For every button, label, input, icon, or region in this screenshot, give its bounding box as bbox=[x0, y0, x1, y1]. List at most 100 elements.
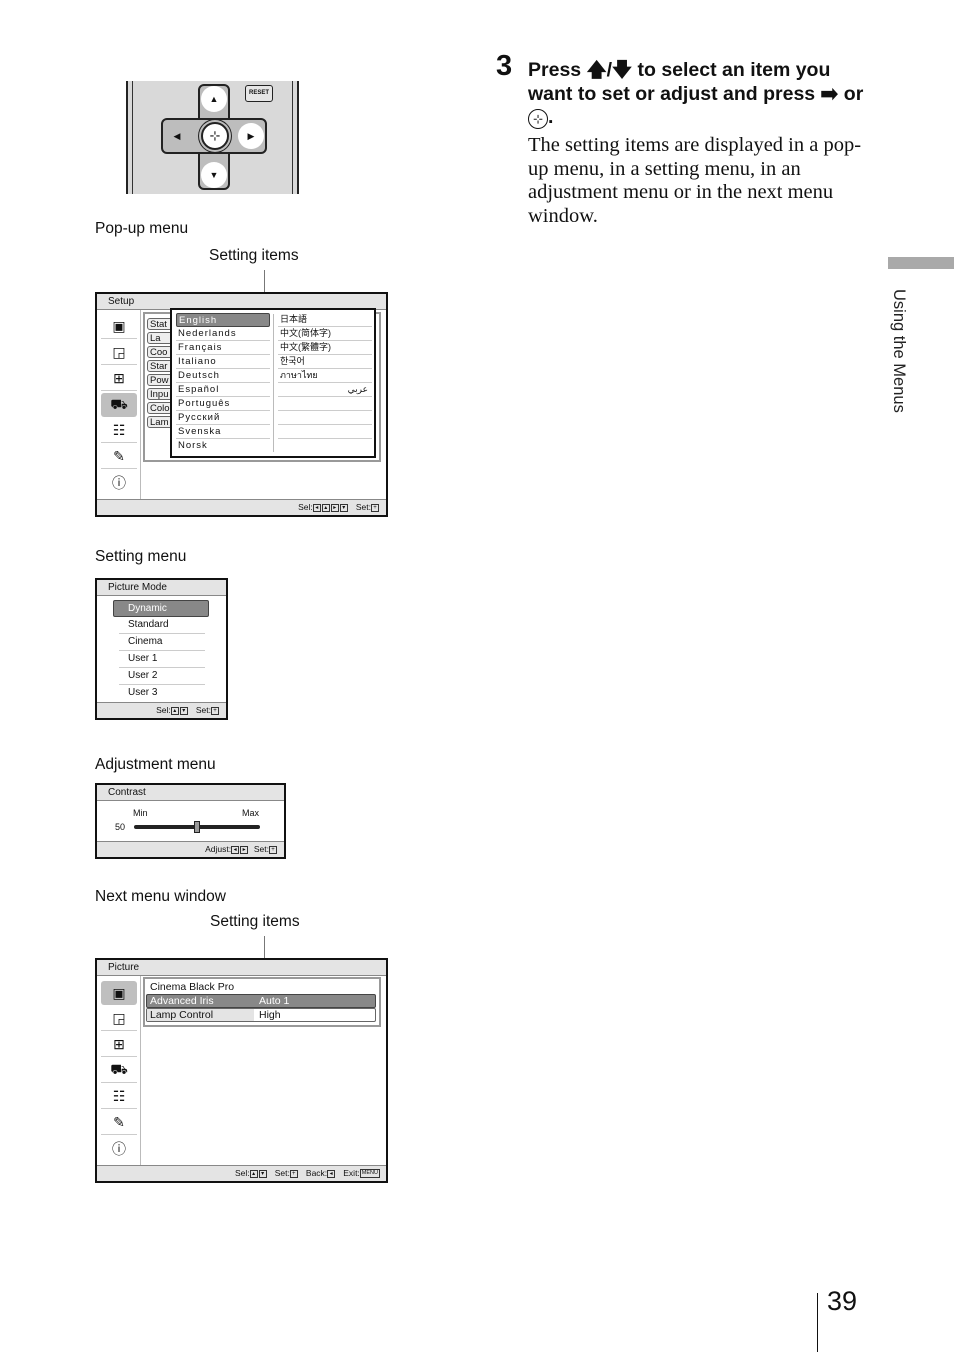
next-menu-title: Picture bbox=[97, 960, 386, 976]
language-option[interactable]: 日本語 bbox=[278, 313, 372, 327]
picture-icon[interactable]: ▣ bbox=[101, 315, 137, 339]
set-label: Set: bbox=[195, 705, 211, 715]
empty-slot bbox=[278, 425, 372, 439]
page-number: 39 bbox=[827, 1286, 858, 1316]
heading-text: or bbox=[838, 82, 864, 105]
down-arrow-button: ▼ bbox=[201, 162, 227, 188]
setting-menu-footer: Sel: ▴ ▾ Set: + bbox=[97, 702, 226, 718]
section-tab-label: Using the Menus bbox=[890, 289, 908, 413]
setup-icon[interactable]: ⛟ bbox=[101, 393, 137, 417]
exit-label: Exit: bbox=[343, 1168, 360, 1178]
set-label: Set: bbox=[274, 1168, 290, 1178]
setting-menu-title: Picture Mode bbox=[97, 580, 226, 596]
picture-icon[interactable]: ▣ bbox=[101, 981, 137, 1005]
slider-track[interactable] bbox=[134, 821, 260, 833]
caption-popup-menu: Pop-up menu bbox=[95, 220, 189, 237]
screen-icon[interactable]: ⊞ bbox=[101, 1033, 137, 1057]
enter-key-icon: + bbox=[289, 1169, 298, 1178]
up-arrow-button: ▲ bbox=[201, 86, 227, 112]
caption-setting-items: Setting items bbox=[210, 913, 300, 930]
category-icon-column: ▣ ◲ ⊞ ⛟ ☷ ✎ ⓘ bbox=[97, 310, 141, 499]
category-icon-column: ▣ ◲ ⊞ ⛟ ☷ ✎ ⓘ bbox=[97, 976, 141, 1165]
remote-rail bbox=[132, 81, 133, 194]
language-option[interactable]: Русский bbox=[176, 411, 270, 425]
next-menu-window: Picture ▣ ◲ ⊞ ⛟ ☷ ✎ ⓘ Cinema Black Pro A… bbox=[95, 958, 388, 1183]
language-option[interactable]: Deutsch bbox=[176, 369, 270, 383]
right-key-icon: ▸ bbox=[240, 845, 249, 854]
function-icon[interactable]: ☷ bbox=[101, 1085, 137, 1109]
language-option[interactable]: Svenska bbox=[176, 425, 270, 439]
advanced-picture-icon[interactable]: ◲ bbox=[101, 341, 137, 365]
setting-items-area: Cinema Black Pro Advanced Iris Auto 1 La… bbox=[143, 977, 381, 1027]
reset-button: RESET bbox=[245, 85, 273, 102]
heading-text: . bbox=[548, 106, 554, 128]
enter-button-icon: ⊹ bbox=[528, 109, 548, 129]
next-menu-footer: Sel: ▴ ▾ Set: + Back: ◂ Exit: MENU bbox=[97, 1165, 386, 1181]
setup-icon[interactable]: ⛟ bbox=[101, 1059, 137, 1083]
advanced-picture-icon[interactable]: ◲ bbox=[101, 1007, 137, 1031]
menu-item-label: Lamp Control bbox=[147, 1009, 254, 1021]
language-option[interactable]: Italiano bbox=[176, 355, 270, 369]
setting-option[interactable]: User 2 bbox=[119, 668, 205, 685]
step-heading: Press 🡅/🡇 to select an item you want to … bbox=[528, 59, 868, 130]
step-number: 3 bbox=[496, 50, 513, 82]
installation-icon[interactable]: ✎ bbox=[101, 445, 137, 469]
up-key-icon: ▴ bbox=[170, 706, 179, 715]
empty-slot bbox=[278, 397, 372, 411]
right-key-icon: ▸ bbox=[330, 503, 339, 512]
information-icon[interactable]: ⓘ bbox=[101, 471, 137, 495]
popup-menu-window: Setup ▣ ◲ ⊞ ⛟ ☷ ✎ ⓘ Stat La Coo Star Pow… bbox=[95, 292, 388, 517]
column-divider bbox=[273, 314, 274, 452]
adjust-label: Adjust: bbox=[205, 844, 232, 854]
language-option[interactable]: 한국어 bbox=[278, 355, 372, 369]
enter-button: ⊹ bbox=[201, 122, 229, 150]
down-key-icon: ▾ bbox=[258, 1169, 267, 1178]
setting-option[interactable]: User 3 bbox=[119, 685, 205, 702]
enter-key-icon: + bbox=[269, 845, 277, 854]
language-option[interactable]: Norsk bbox=[176, 439, 270, 453]
language-option[interactable]: 中文(简体字) bbox=[278, 327, 372, 341]
up-key-icon: ▴ bbox=[249, 1169, 258, 1178]
empty-slot bbox=[278, 411, 372, 425]
installation-icon[interactable]: ✎ bbox=[101, 1111, 137, 1135]
menu-item-label[interactable]: Cinema Black Pro bbox=[150, 981, 234, 993]
language-option[interactable]: Français bbox=[176, 341, 270, 355]
language-option[interactable]: 中文(繁體字) bbox=[278, 341, 372, 355]
remote-rail bbox=[292, 81, 293, 194]
enter-key-icon: + bbox=[211, 706, 219, 715]
right-arrow-icon: ➡ bbox=[820, 82, 839, 105]
setting-option[interactable]: Standard bbox=[119, 617, 205, 634]
setting-menu-window: Picture Mode Dynamic Standard Cinema Use… bbox=[95, 578, 228, 720]
language-option[interactable]: Español bbox=[176, 383, 270, 397]
set-label: Set: bbox=[355, 502, 371, 512]
value-readout: 50 bbox=[115, 822, 126, 832]
enter-key-icon: + bbox=[371, 503, 379, 512]
setting-option[interactable]: User 1 bbox=[119, 651, 205, 668]
menu-item-value: High bbox=[259, 1009, 281, 1021]
screen-icon[interactable]: ⊞ bbox=[101, 367, 137, 391]
menu-item-selected[interactable]: Advanced Iris Auto 1 bbox=[146, 994, 376, 1008]
right-arrow-button: ▶ bbox=[238, 123, 264, 149]
menu-item[interactable]: Lamp Control High bbox=[146, 1008, 376, 1022]
up-down-arrow-icon: 🡅/🡇 bbox=[586, 59, 633, 81]
remote-control-illustration: ▲ ▼ ◀ ▶ ⊹ RESET bbox=[126, 81, 299, 194]
caption-adjustment-menu: Adjustment menu bbox=[95, 756, 216, 773]
sel-label: Sel: bbox=[298, 502, 313, 512]
caption-setting-items: Setting items bbox=[209, 247, 299, 264]
setting-option[interactable]: Cinema bbox=[119, 634, 205, 651]
function-icon[interactable]: ☷ bbox=[101, 419, 137, 443]
information-icon[interactable]: ⓘ bbox=[101, 1137, 137, 1161]
popup-menu-footer: Sel: ◂ ▴ ▸ ▾ Set: + bbox=[97, 499, 386, 515]
left-arrow-button: ◀ bbox=[173, 131, 181, 141]
language-option[interactable]: Português bbox=[176, 397, 270, 411]
slider-thumb[interactable] bbox=[194, 821, 200, 833]
setting-option[interactable]: Dynamic bbox=[113, 600, 209, 617]
language-option[interactable]: Nederlands bbox=[176, 327, 270, 341]
step-body-text: The setting items are displayed in a pop… bbox=[528, 134, 862, 227]
menu-item-value: Auto 1 bbox=[259, 995, 290, 1007]
language-option[interactable]: ภาษาไทย bbox=[278, 369, 372, 383]
language-option[interactable]: English bbox=[176, 313, 270, 327]
caption-setting-menu: Setting menu bbox=[95, 548, 187, 565]
left-key-icon: ◂ bbox=[312, 503, 321, 512]
language-option[interactable]: عربي bbox=[278, 383, 372, 397]
